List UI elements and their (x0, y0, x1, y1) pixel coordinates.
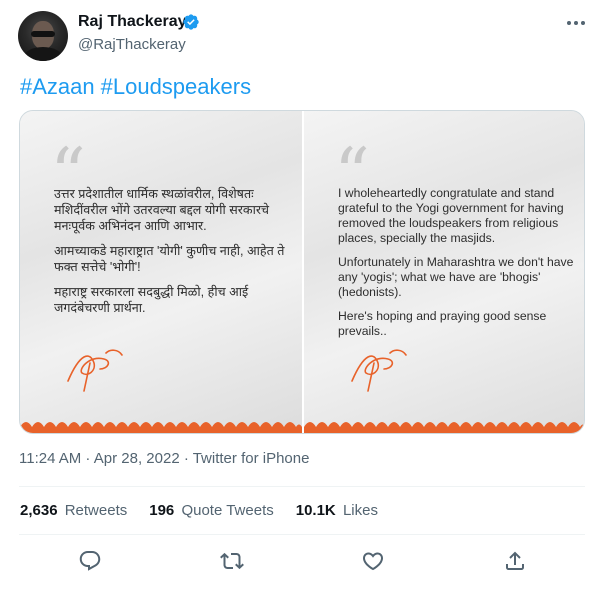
likes-stat[interactable]: 10.1K Likes (296, 502, 378, 519)
statement-paragraph: महाराष्ट्र सरकारला सदबुद्धी मिळो, हीच आई… (54, 285, 249, 315)
action-bar (19, 545, 585, 577)
border-decoration (304, 422, 584, 433)
retweet-icon[interactable] (220, 549, 244, 573)
tweet-text: #Azaan #Loudspeakers (20, 74, 257, 100)
retweets-stat[interactable]: 2,636 Retweets (20, 502, 127, 519)
tweet: Raj Thackeray @RajThackeray #Azaan #Louds… (0, 0, 599, 589)
media-image-marathi[interactable]: “ उत्तर प्रदेशातील धार्मिक स्थळांवरील, व… (20, 111, 302, 433)
signature-icon (67, 349, 123, 392)
quote-tweets-count: 196 (149, 502, 175, 519)
engagement-stats: 2,636 Retweets 196 Quote Tweets 10.1K Li… (20, 502, 400, 519)
statement-paragraph: उत्तर प्रदेशातील धार्मिक स्थळांवरील, विश… (54, 187, 270, 233)
like-icon[interactable] (361, 549, 385, 573)
tweet-media[interactable]: “ उत्तर प्रदेशातील धार्मिक स्थळांवरील, व… (19, 110, 585, 434)
marathi-statement: उत्तर प्रदेशातील धार्मिक स्थळांवरील, विश… (54, 186, 294, 325)
likes-label: Likes (342, 502, 378, 519)
hashtag-link[interactable]: #Azaan (20, 74, 95, 99)
statement-paragraph: आमच्याकडे महाराष्ट्रात 'योगी' कुणीच नाही… (54, 244, 285, 274)
retweets-label: Retweets (64, 502, 128, 519)
quote-tweets-stat[interactable]: 196 Quote Tweets (149, 502, 273, 519)
author-handle[interactable]: @RajThackeray (78, 36, 186, 53)
author-name[interactable]: Raj Thackeray (78, 13, 187, 31)
english-statement: I wholeheartedly congratulate and stand … (338, 186, 578, 348)
divider (19, 534, 585, 535)
signature-icon (351, 349, 407, 392)
quote-tweets-label: Quote Tweets (181, 502, 274, 519)
reply-icon[interactable] (78, 549, 102, 573)
avatar-glasses (31, 31, 55, 37)
divider (19, 486, 585, 487)
avatar[interactable] (18, 11, 68, 61)
verified-icon (183, 14, 199, 30)
retweets-count: 2,636 (20, 502, 58, 519)
statement-paragraph: Unfortunately in Maharashtra we don't ha… (338, 255, 574, 299)
more-icon[interactable] (565, 12, 587, 34)
avatar-shirt (24, 47, 62, 61)
share-icon[interactable] (503, 549, 527, 573)
tweet-timestamp[interactable]: 11:24 AM · Apr 28, 2022 · Twitter for iP… (19, 450, 309, 467)
border-decoration (20, 422, 302, 433)
statement-paragraph: I wholeheartedly congratulate and stand … (338, 186, 564, 245)
likes-count: 10.1K (295, 502, 336, 519)
hashtag-link[interactable]: #Loudspeakers (101, 74, 251, 99)
media-image-english[interactable]: “ I wholeheartedly congratulate and stan… (304, 111, 584, 433)
